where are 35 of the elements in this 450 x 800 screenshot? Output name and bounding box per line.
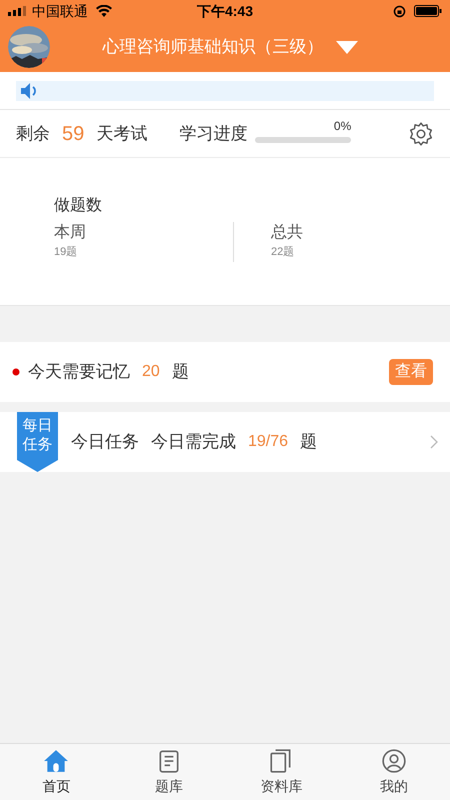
home-icon xyxy=(43,748,70,774)
task-badge: 每日任务 xyxy=(17,412,58,472)
task-count: 19/76 xyxy=(248,432,288,452)
person-icon xyxy=(380,748,407,774)
stat-value: 19题 xyxy=(54,245,78,260)
tab-item[interactable]: 首页 xyxy=(0,744,112,800)
memory-text: 今天需要记忆 xyxy=(28,361,130,384)
carrier-name: 中国联通 xyxy=(32,2,88,20)
stat-label: 总共 xyxy=(271,222,304,243)
stat-label: 本周 xyxy=(54,222,87,243)
status-time: 下午4:43 xyxy=(196,2,254,18)
task-unit: 题 xyxy=(300,431,318,454)
progress-percent: 0% xyxy=(334,118,352,134)
exam-label: 天考试 xyxy=(96,122,148,145)
memory-count: 20 xyxy=(142,362,160,382)
wifi-icon xyxy=(96,5,112,17)
task-text: 今日需完成 xyxy=(151,431,236,454)
memory-unit: 题 xyxy=(172,361,189,384)
tab-item[interactable]: 题库 xyxy=(112,744,225,800)
rotation-lock-icon xyxy=(393,4,406,18)
remaining-label: 剩余 xyxy=(16,122,50,145)
task-row[interactable]: 每日任务 今日任务 今日需完成 19/76 题 xyxy=(0,412,450,472)
tab-item[interactable]: 资料库 xyxy=(225,744,338,800)
dot-icon xyxy=(12,368,20,376)
task-title: 今日任务 xyxy=(71,431,139,454)
stats-title: 做题数 xyxy=(54,196,103,216)
progress-label: 学习进度 xyxy=(179,122,248,145)
signal-icon xyxy=(8,6,28,16)
settings-icon[interactable] xyxy=(408,120,434,146)
stat-value: 22题 xyxy=(271,245,296,260)
chevron-right-icon xyxy=(430,435,438,449)
battery-icon xyxy=(414,5,442,17)
days-count: 59 xyxy=(62,122,84,146)
page-title: 心理咨询师基础知识（三级） xyxy=(102,36,324,58)
tab-item[interactable]: 我的 xyxy=(338,744,450,800)
